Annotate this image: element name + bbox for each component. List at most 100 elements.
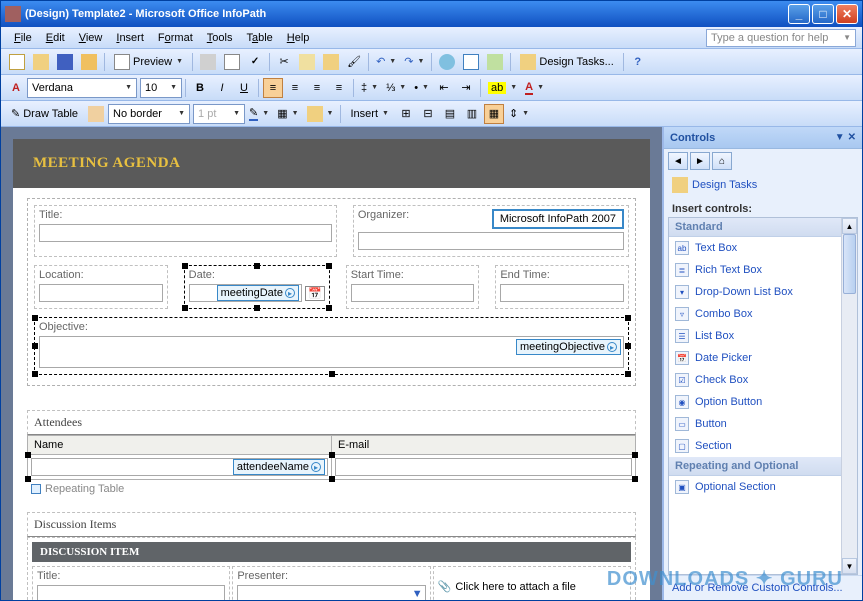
highlight-button[interactable]: ab▼: [485, 78, 520, 98]
design-tasks-button[interactable]: Design Tasks...: [515, 52, 618, 72]
maximize-button[interactable]: □: [812, 4, 834, 24]
scroll-down-button[interactable]: ▼: [842, 558, 857, 574]
scroll-up-button[interactable]: ▲: [842, 218, 857, 234]
control-dropdown[interactable]: ▾Drop-Down List Box: [669, 281, 857, 303]
layout3-button[interactable]: ▦: [484, 104, 504, 124]
hyperlink-button[interactable]: [436, 52, 458, 72]
merge-cells-button[interactable]: ⊞: [396, 104, 416, 124]
date-field[interactable]: Date: meetingDate▸ 📅: [184, 265, 330, 309]
control-list-box[interactable]: ☰List Box: [669, 325, 857, 347]
undo-button[interactable]: ↶▼: [373, 52, 399, 72]
layout1-button[interactable]: ▤: [440, 104, 460, 124]
menu-format[interactable]: Format: [151, 30, 200, 46]
control-option[interactable]: ◉Option Button: [669, 391, 857, 413]
start-time-field[interactable]: Start Time:: [346, 265, 480, 309]
help-button[interactable]: ?: [628, 52, 648, 72]
attendee-name-tag[interactable]: attendeeName▸: [233, 459, 325, 475]
border-weight-select[interactable]: 1 pt▼: [193, 104, 245, 124]
taskpane-close[interactable]: ✕: [848, 132, 856, 143]
di-attach-field[interactable]: 📎 Click here to attach a file: [433, 566, 631, 600]
objective-tag[interactable]: meetingObjective▸: [516, 339, 621, 355]
insert-menu-button[interactable]: Insert▼: [345, 104, 393, 124]
calendar-icon[interactable]: 📅: [305, 286, 325, 301]
border-color-button[interactable]: ✎▼: [246, 104, 272, 124]
taskpane-footer-link[interactable]: Add or Remove Custom Controls...: [664, 575, 862, 600]
nav-back-button[interactable]: ◄: [668, 152, 688, 170]
bullets-button[interactable]: •▼: [411, 78, 432, 98]
underline-button[interactable]: U: [234, 78, 254, 98]
chevron-down-icon[interactable]: ▼: [843, 33, 851, 42]
layout2-button[interactable]: ▥: [462, 104, 482, 124]
menu-insert[interactable]: Insert: [109, 30, 151, 46]
increase-indent-button[interactable]: ⇥: [456, 78, 476, 98]
align-right-button[interactable]: ≡: [307, 78, 327, 98]
font-select[interactable]: Verdana▼: [27, 78, 137, 98]
shading-button[interactable]: ▼: [304, 104, 337, 124]
title-bar[interactable]: (Design) Template2 - Microsoft Office In…: [1, 1, 862, 27]
nav-home-button[interactable]: ⌂: [712, 152, 732, 170]
organizer-field[interactable]: Organizer: Microsoft InfoPath 2007: [353, 205, 629, 257]
new-button[interactable]: [6, 52, 28, 72]
print-preview-button[interactable]: [221, 52, 243, 72]
help-search[interactable]: Type a question for help ▼: [706, 29, 856, 47]
menu-tools[interactable]: Tools: [200, 30, 240, 46]
open-button[interactable]: [30, 52, 52, 72]
align-justify-button[interactable]: ≡: [329, 78, 349, 98]
autofit-button[interactable]: ⇕▼: [506, 104, 532, 124]
taskpane-dropdown[interactable]: ▼: [835, 132, 845, 143]
save-button[interactable]: [54, 52, 76, 72]
minimize-button[interactable]: _: [788, 4, 810, 24]
design-canvas[interactable]: MEETING AGENDA Title: Organizer:: [1, 127, 662, 600]
picture-button[interactable]: [484, 52, 506, 72]
font-size-select[interactable]: 10▼: [140, 78, 182, 98]
copy-button[interactable]: [296, 52, 318, 72]
control-combo[interactable]: ▿Combo Box: [669, 303, 857, 325]
spellcheck-button[interactable]: ✓: [245, 52, 265, 72]
bold-button[interactable]: B: [190, 78, 210, 98]
control-button[interactable]: ▭Button: [669, 413, 857, 435]
draw-table-button[interactable]: ✎Draw Table: [6, 104, 83, 124]
menu-edit[interactable]: Edit: [39, 30, 72, 46]
close-button[interactable]: ✕: [836, 4, 858, 24]
scroll-thumb[interactable]: [843, 234, 856, 294]
menu-view[interactable]: View: [72, 30, 110, 46]
menu-table[interactable]: Table: [239, 30, 279, 46]
control-text-box[interactable]: abText Box: [669, 237, 857, 259]
border-style-select[interactable]: No border▼: [108, 104, 190, 124]
preview-button[interactable]: Preview▼: [109, 52, 188, 72]
numbering-button[interactable]: ⅓▼: [383, 78, 409, 98]
split-cells-button[interactable]: ⊟: [418, 104, 438, 124]
paste-button[interactable]: [320, 52, 342, 72]
italic-button[interactable]: I: [212, 78, 232, 98]
font-color-aa[interactable]: A: [6, 78, 26, 98]
borders-button[interactable]: ▦▼: [274, 104, 301, 124]
menu-file[interactable]: File: [7, 30, 39, 46]
objective-field[interactable]: Objective: meetingObjective▸: [34, 317, 629, 375]
align-center-button[interactable]: ≡: [285, 78, 305, 98]
design-tasks-link[interactable]: Design Tasks: [664, 173, 862, 197]
menu-help[interactable]: Help: [280, 30, 317, 46]
date-tag[interactable]: meetingDate▸: [217, 285, 299, 301]
font-color-button[interactable]: A▼: [522, 78, 547, 98]
controls-scrollbar[interactable]: ▲ ▼: [841, 218, 857, 574]
di-presenter-field[interactable]: Presenter: ▼: [232, 566, 430, 600]
control-section[interactable]: ▢Section: [669, 435, 857, 457]
control-date-picker[interactable]: 📅Date Picker: [669, 347, 857, 369]
location-field[interactable]: Location:: [34, 265, 168, 309]
nav-fwd-button[interactable]: ►: [690, 152, 710, 170]
decrease-indent-button[interactable]: ⇤: [434, 78, 454, 98]
print-button[interactable]: [197, 52, 219, 72]
publish-button[interactable]: [78, 52, 100, 72]
cut-button[interactable]: ✂: [274, 52, 294, 72]
title-field[interactable]: Title:: [34, 205, 337, 257]
di-title-field[interactable]: Title:: [32, 566, 230, 600]
table-button[interactable]: [460, 52, 482, 72]
end-time-field[interactable]: End Time:: [495, 265, 629, 309]
line-spacing-button[interactable]: ‡▼: [358, 78, 381, 98]
redo-button[interactable]: ↷▼: [401, 52, 427, 72]
control-check-box[interactable]: ☑Check Box: [669, 369, 857, 391]
repeating-table-hint[interactable]: Repeating Table: [27, 480, 636, 498]
control-optional-section[interactable]: ▣Optional Section: [669, 476, 857, 498]
taskpane-title-bar[interactable]: Controls ▼ ✕: [664, 127, 862, 149]
format-painter-button[interactable]: 🖌: [344, 52, 364, 72]
